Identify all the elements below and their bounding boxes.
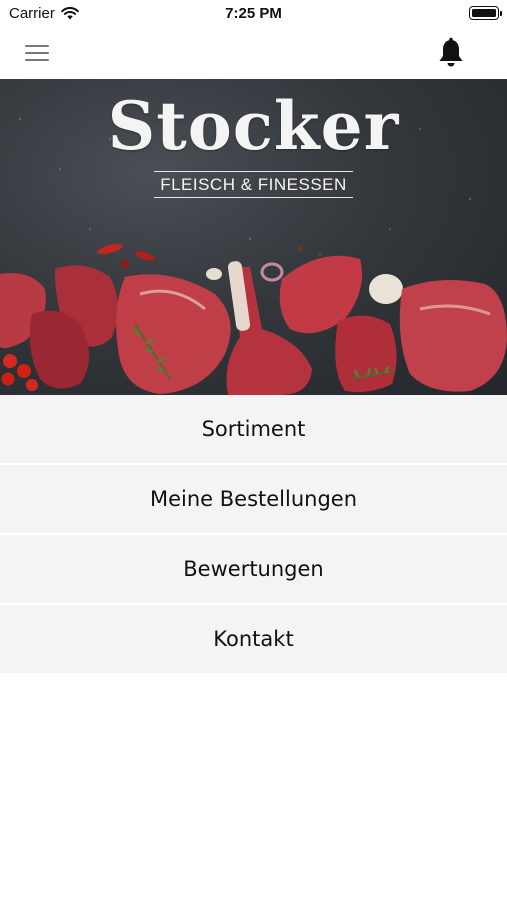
status-bar: Carrier 7:25 PM <box>0 0 507 28</box>
brand-subtitle: FLEISCH & FINESSEN <box>154 171 353 198</box>
hero-banner: Stocker FLEISCH & FINESSEN <box>0 79 507 395</box>
brand-logo: Stocker FLEISCH & FINESSEN <box>0 87 507 198</box>
hamburger-icon[interactable] <box>25 44 49 62</box>
menu-item-kontakt[interactable]: Kontakt <box>0 605 507 673</box>
menu-item-meine-bestellungen[interactable]: Meine Bestellungen <box>0 465 507 533</box>
menu-item-bewertungen[interactable]: Bewertungen <box>0 535 507 603</box>
menu-item-sortiment[interactable]: Sortiment <box>0 395 507 463</box>
main-menu: Sortiment Meine Bestellungen Bewertungen… <box>0 395 507 675</box>
bell-icon[interactable] <box>436 37 466 69</box>
nav-bar <box>0 28 507 79</box>
status-time: 7:25 PM <box>225 5 282 22</box>
brand-title: Stocker <box>107 87 400 165</box>
battery-icon <box>469 6 502 20</box>
